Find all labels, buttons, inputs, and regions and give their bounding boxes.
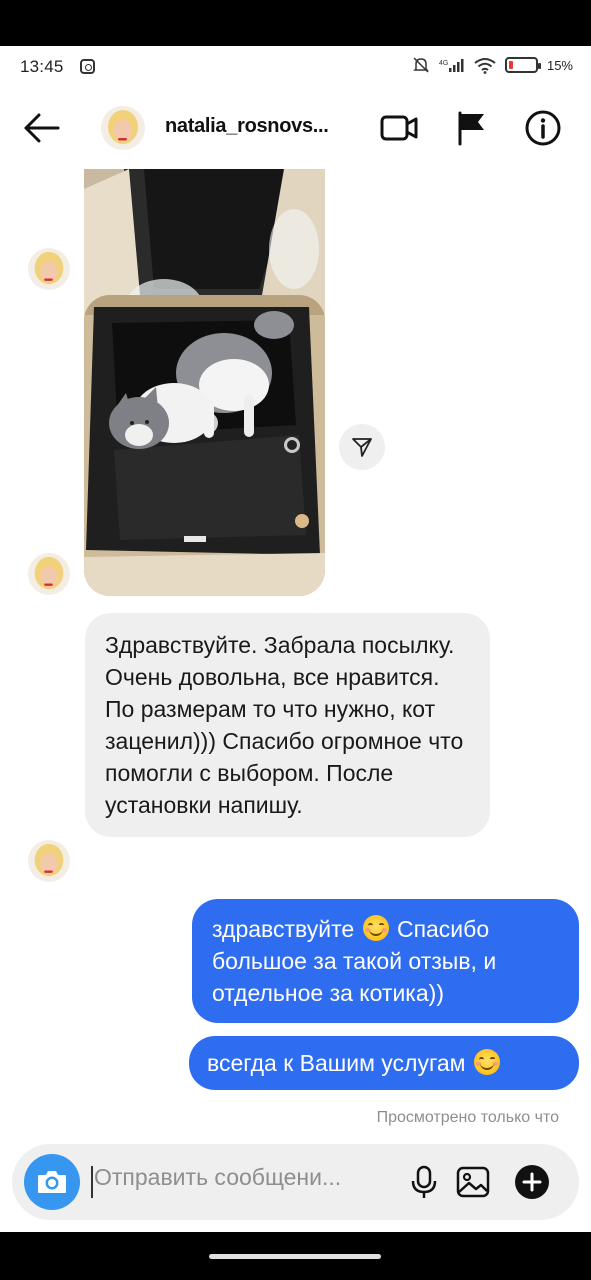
message-composer — [12, 1144, 579, 1220]
incoming-message[interactable]: Здравствуйте. Забрала посылку. Очень дов… — [85, 613, 490, 837]
gallery-icon[interactable] — [455, 1164, 491, 1200]
seen-status: Просмотрено только что — [376, 1109, 559, 1126]
outgoing-line: здравствуйте Спасибо — [212, 913, 559, 945]
svg-text:4G: 4G — [439, 60, 448, 67]
outgoing-text: большое за такой отзыв, и — [212, 948, 497, 974]
signal-icon: 4G — [439, 59, 464, 72]
outgoing-line: всегда к Вашим услугам — [207, 1047, 563, 1079]
video-camera-icon[interactable] — [379, 108, 419, 148]
share-button[interactable] — [339, 424, 385, 470]
contact-avatar[interactable] — [101, 106, 145, 150]
smiling-face-emoji-icon — [473, 1049, 500, 1075]
photo-message-cat[interactable] — [84, 295, 325, 596]
mute-icon — [413, 57, 429, 73]
outgoing-message[interactable]: здравствуйте Спасибо большое за такой от… — [192, 899, 579, 1023]
status-time: 13:45 — [20, 57, 64, 76]
outgoing-text: здравствуйте — [212, 916, 355, 942]
camera-button[interactable] — [24, 1154, 80, 1210]
chat-header: natalia_rosnovs... — [0, 96, 591, 160]
wifi-icon — [474, 57, 496, 74]
outgoing-text: отдельное за котика)) — [212, 980, 444, 1006]
contact-username[interactable]: natalia_rosnovs... — [165, 115, 329, 138]
outgoing-text: всегда к Вашим услугам — [207, 1050, 466, 1076]
flag-icon[interactable] — [452, 108, 492, 148]
microphone-icon[interactable] — [406, 1164, 442, 1200]
smiling-face-emoji-icon — [362, 915, 389, 941]
camera-icon — [38, 1171, 66, 1193]
text-cursor — [91, 1166, 93, 1198]
info-icon[interactable] — [523, 108, 563, 148]
battery-icon — [504, 57, 541, 73]
back-arrow-icon[interactable] — [22, 110, 62, 146]
home-indicator[interactable] — [209, 1254, 381, 1259]
message-input[interactable] — [94, 1164, 390, 1191]
chat-screen: 13:45 4G 15% natalia_rosnovs... Здравств… — [0, 46, 591, 1232]
plus-icon[interactable] — [514, 1164, 550, 1200]
status-indicators: 4G 15% — [412, 56, 573, 74]
send-icon — [352, 438, 372, 457]
battery-percent: 15% — [546, 57, 573, 73]
sender-avatar — [28, 553, 70, 595]
sender-avatar — [28, 248, 70, 290]
incoming-message-text: Здравствуйте. Забрала посылку. Очень дов… — [105, 632, 464, 818]
status-bar: 13:45 4G 15% — [0, 46, 591, 88]
outgoing-text: Спасибо — [396, 916, 490, 942]
outgoing-message[interactable]: всегда к Вашим услугам — [189, 1036, 579, 1090]
instagram-notification-icon — [80, 59, 95, 74]
sender-avatar — [28, 840, 70, 882]
system-nav-bar — [0, 1232, 591, 1280]
